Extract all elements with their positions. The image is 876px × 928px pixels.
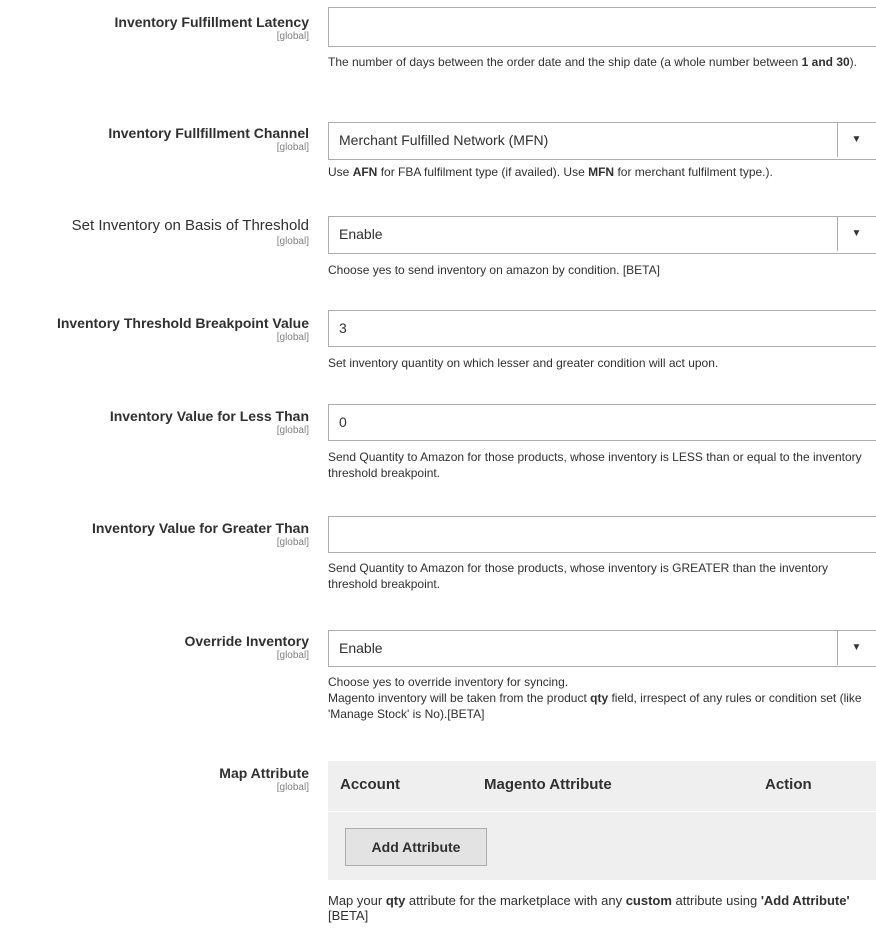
field-label-value-less-than: Inventory Value for Less Than — [109, 408, 309, 424]
field-scope-value-less-than: [global] — [276, 425, 309, 436]
field-label-fulfillment-latency: Inventory Fulfillment Latency — [114, 14, 309, 30]
value-less-than-value: 0 — [339, 414, 347, 430]
field-scope-fulfillment-channel: [global] — [276, 142, 309, 153]
override-inventory-select[interactable]: Enable ▼ — [328, 630, 876, 667]
field-label-threshold-breakpoint: Inventory Threshold Breakpoint Value — [56, 315, 309, 331]
value-greater-than-note: Send Quantity to Amazon for those produc… — [328, 561, 829, 591]
field-label-fulfillment-channel: Inventory Fullfillment Channel — [108, 125, 309, 141]
field-label-value-greater-than: Inventory Value for Greater Than — [91, 520, 309, 536]
threshold-breakpoint-value: 3 — [339, 320, 347, 336]
note-text: for merchant fulfilment type.). — [614, 165, 773, 179]
field-scope-value-greater-than: [global] — [276, 537, 309, 548]
note-text: ). — [849, 55, 858, 69]
field-scope-fulfillment-latency: [global] — [276, 31, 309, 42]
note-text: Map your — [328, 893, 386, 908]
chevron-down-icon[interactable]: ▼ — [837, 631, 875, 665]
fulfillment-latency-input[interactable] — [328, 7, 876, 47]
value-less-than-input[interactable]: 0 — [328, 404, 876, 441]
field-scope-override-inventory: [global] — [276, 650, 309, 661]
value-greater-than-input[interactable] — [328, 516, 876, 553]
note-text: Use — [328, 165, 353, 179]
field-label-map-attribute: Map Attribute — [219, 765, 309, 781]
field-scope-threshold-basis: [global] — [276, 236, 309, 247]
note-text: attribute for the marketplace with any — [405, 893, 626, 908]
chevron-down-icon[interactable]: ▼ — [837, 123, 875, 157]
note-bold-add-attribute: 'Add Attribute' — [760, 893, 850, 908]
fulfillment-channel-select[interactable]: Merchant Fulfilled Network (MFN) ▼ — [328, 122, 876, 160]
override-inventory-selected-value: Enable — [339, 640, 383, 656]
note-text: attribute using — [671, 893, 761, 908]
add-attribute-button[interactable]: Add Attribute — [345, 828, 487, 866]
note-bold-qty: qty — [385, 893, 406, 908]
threshold-basis-selected-value: Enable — [339, 226, 383, 242]
column-header-action: Action — [765, 776, 812, 793]
value-less-than-note: Send Quantity to Amazon for those produc… — [328, 450, 862, 480]
threshold-basis-note: Choose yes to send inventory on amazon b… — [328, 263, 660, 277]
threshold-basis-select[interactable]: Enable ▼ — [328, 216, 876, 254]
note-text: The number of days between the order dat… — [328, 55, 802, 69]
column-header-magento-attribute: Magento Attribute — [484, 776, 612, 793]
note-text: Magento inventory will be taken from the… — [328, 691, 591, 705]
map-attribute-note: Map your qty attribute for the marketpla… — [328, 893, 873, 923]
note-bold-range: 1 and 30 — [801, 55, 850, 69]
map-attribute-table-header: Account Magento Attribute Action — [328, 761, 876, 812]
map-attribute-table: Account Magento Attribute Action Add Att… — [328, 761, 876, 880]
override-inventory-note: Choose yes to override inventory for syn… — [328, 674, 873, 722]
note-bold-afn: AFN — [352, 165, 378, 179]
field-scope-map-attribute: [global] — [276, 782, 309, 793]
fulfillment-latency-note: The number of days between the order dat… — [328, 54, 873, 70]
note-bold-qty: qty — [590, 691, 609, 705]
fulfillment-channel-note: Use AFN for FBA fulfilment type (if avai… — [328, 164, 873, 180]
column-header-account: Account — [340, 776, 400, 793]
override-inventory-note-line2: Magento inventory will be taken from the… — [328, 690, 873, 722]
fulfillment-channel-selected-value: Merchant Fulfilled Network (MFN) — [339, 132, 549, 148]
note-bold-custom: custom — [625, 893, 672, 908]
note-text: [BETA] — [328, 908, 369, 923]
threshold-breakpoint-note: Set inventory quantity on which lesser a… — [328, 356, 719, 370]
field-label-override-inventory: Override Inventory — [184, 633, 310, 649]
field-label-threshold-basis: Set Inventory on Basis of Threshold — [71, 217, 309, 234]
chevron-down-icon[interactable]: ▼ — [837, 217, 875, 251]
note-text: for FBA fulfilment type (if availed). Us… — [377, 165, 589, 179]
note-bold-mfn: MFN — [588, 165, 615, 179]
threshold-breakpoint-input[interactable]: 3 — [328, 310, 876, 347]
field-scope-threshold-breakpoint: [global] — [276, 332, 309, 343]
override-inventory-note-line1: Choose yes to override inventory for syn… — [328, 675, 569, 689]
